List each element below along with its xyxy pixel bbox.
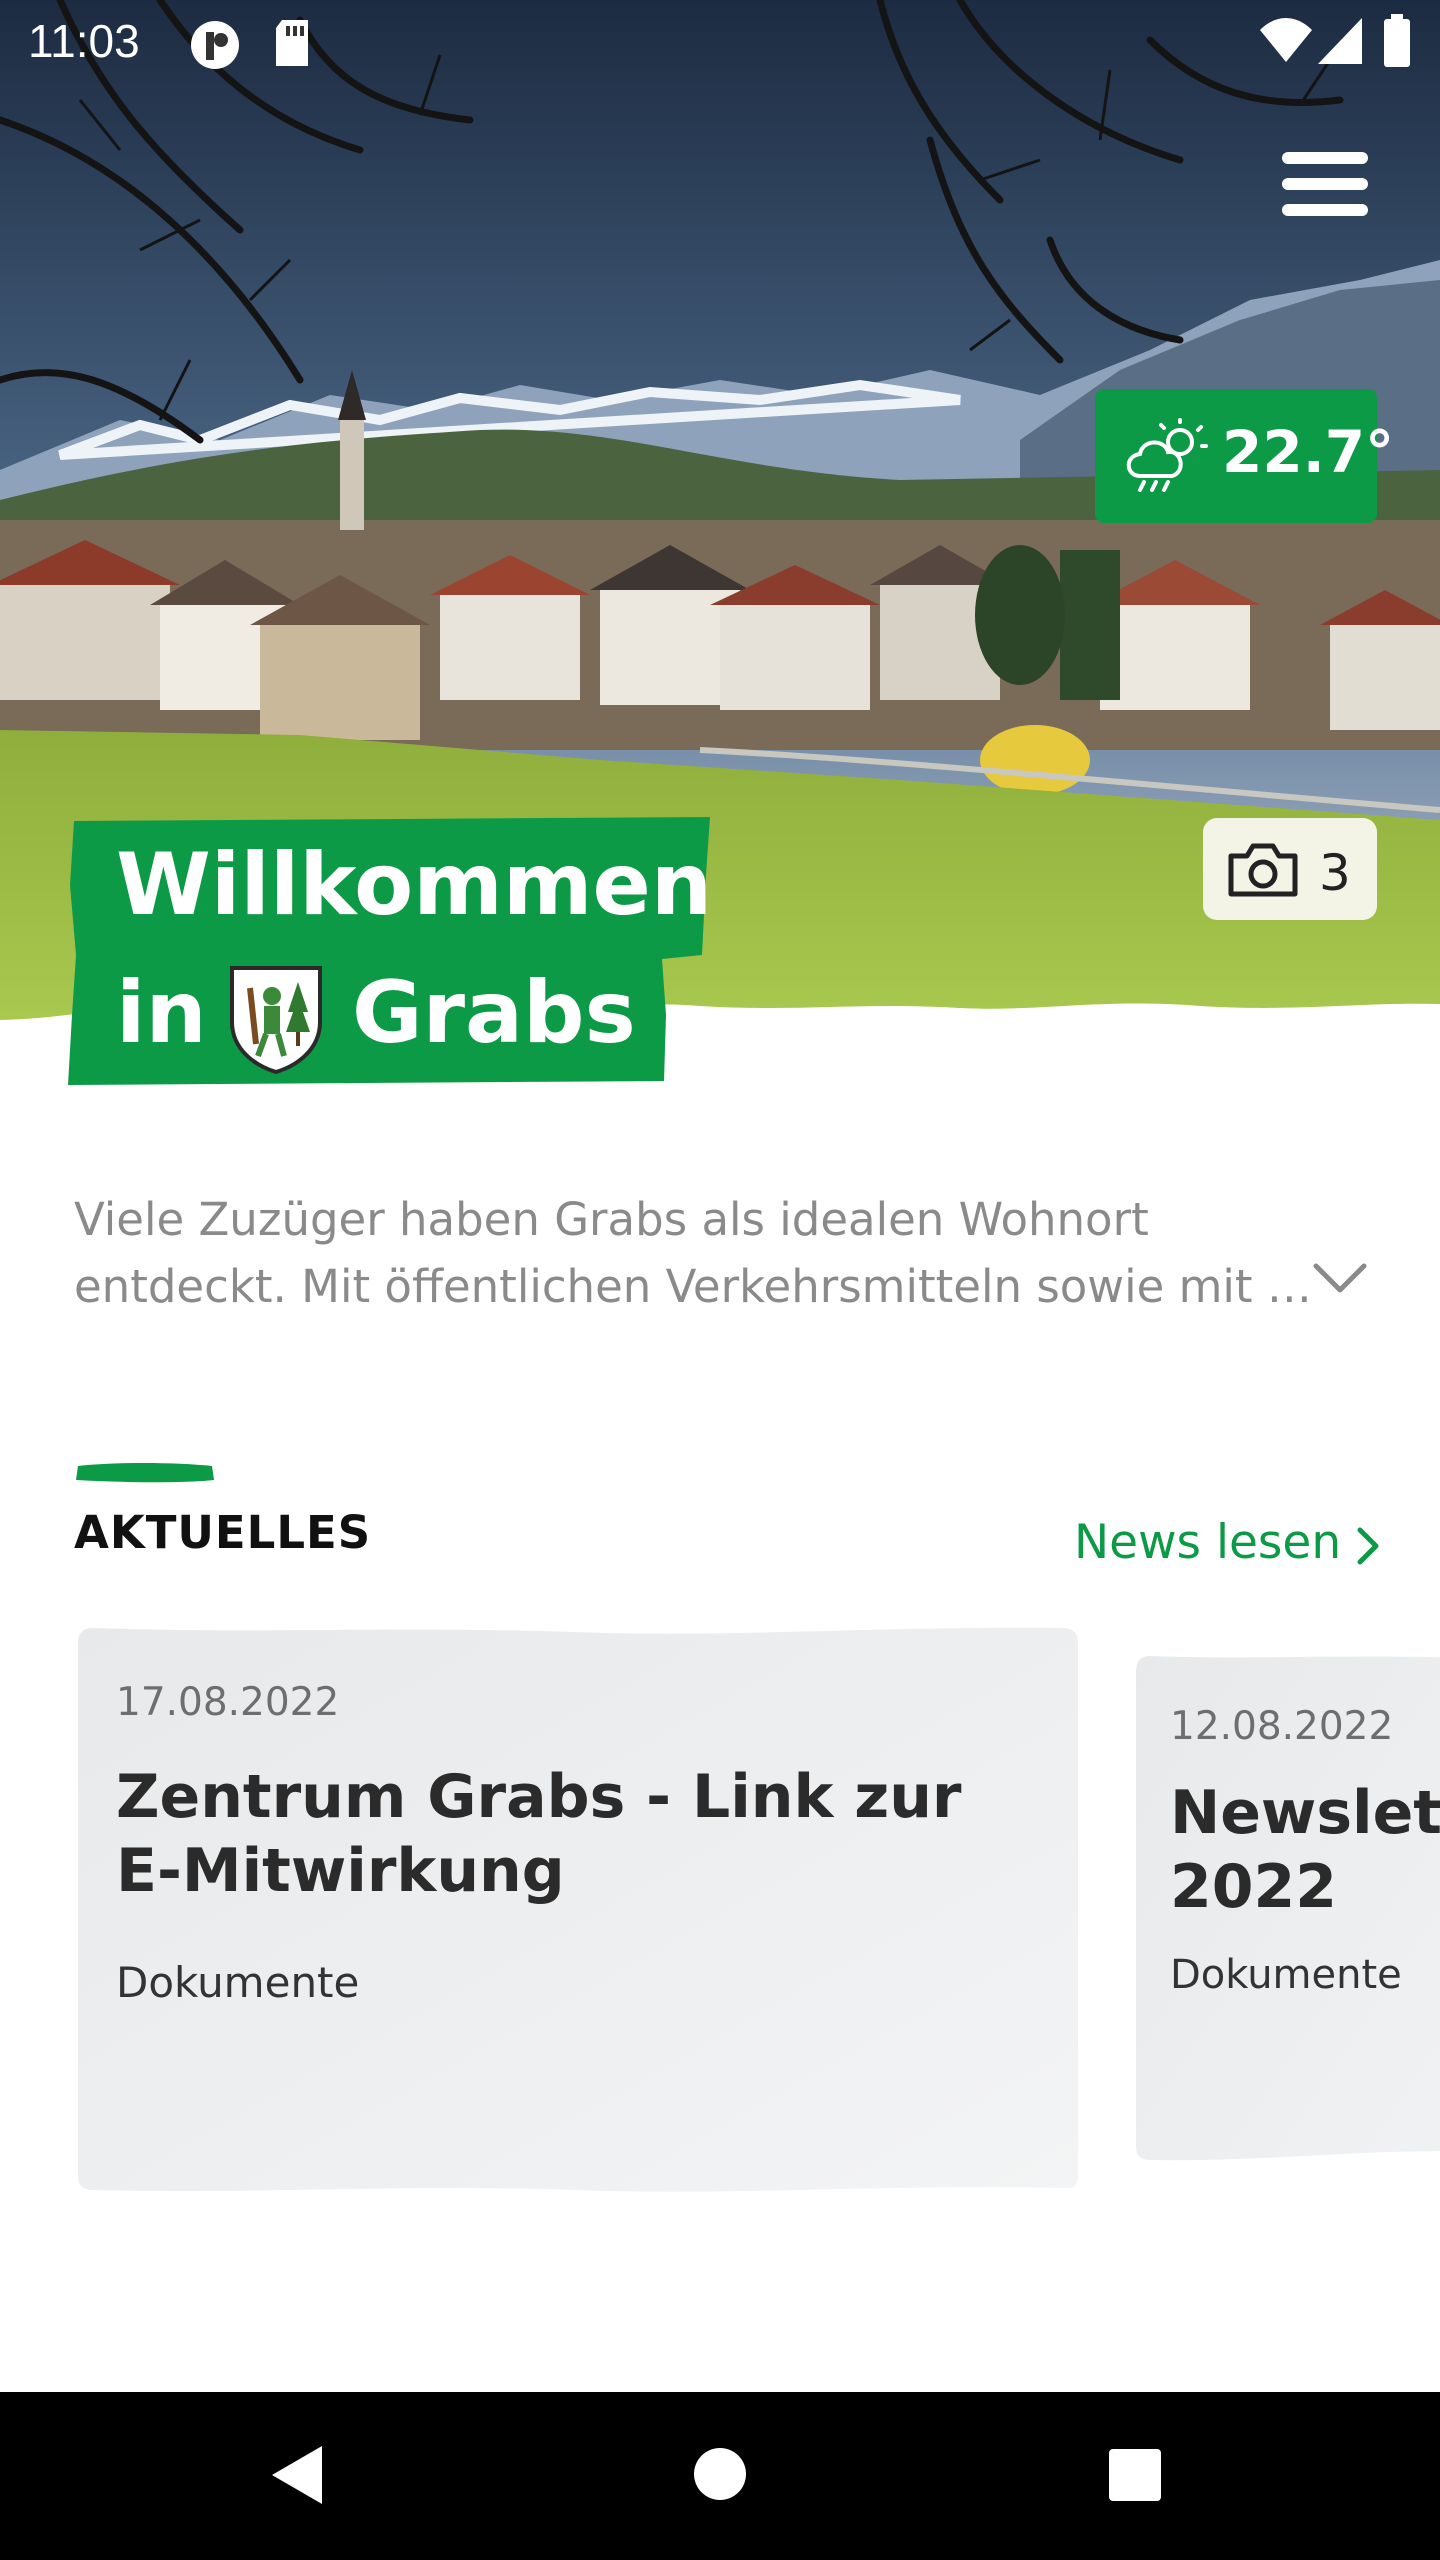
welcome-line-1: Willkommen bbox=[116, 835, 713, 935]
news-card-title: Zentrum Grabs - Link zur E-Mitwirkung bbox=[116, 1762, 962, 1906]
expand-intro-button[interactable] bbox=[1310, 1256, 1370, 1302]
system-navigation-bar bbox=[0, 2392, 1440, 2560]
weather-temperature: 22.7° bbox=[1222, 418, 1395, 486]
news-card-date: 17.08.2022 bbox=[116, 1680, 340, 1725]
back-icon[interactable] bbox=[268, 2442, 328, 2508]
welcome-line-2-town: Grabs bbox=[352, 963, 636, 1063]
intro-line-1: Viele Zuzüger haben Grabs als idealen Wo… bbox=[74, 1193, 1149, 1246]
camera-icon bbox=[1228, 843, 1298, 897]
photo-count: 3 bbox=[1319, 844, 1351, 902]
battery-icon bbox=[1384, 14, 1410, 67]
news-card-date: 12.08.2022 bbox=[1170, 1704, 1394, 1749]
weather-badge[interactable]: 22.7° bbox=[1098, 392, 1394, 520]
news-section-title: AKTUELLES bbox=[74, 1506, 372, 1559]
signal-icon bbox=[1318, 18, 1362, 64]
welcome-line-2-prefix: in bbox=[116, 963, 207, 1063]
news-card-title: Newsletter 2022 bbox=[1170, 1778, 1440, 1922]
intro-text: Viele Zuzüger haben Grabs als idealen Wo… bbox=[74, 1186, 1312, 1320]
news-read-label: News lesen bbox=[1074, 1515, 1342, 1570]
intro-line-2: entdeckt. Mit öffentlichen Verkehrsmitte… bbox=[74, 1260, 1312, 1313]
hamburger-icon bbox=[1282, 152, 1368, 164]
chevron-down-icon bbox=[1313, 1263, 1367, 1293]
news-card-category: Dokumente bbox=[116, 1958, 360, 2007]
section-accent-bar bbox=[76, 1463, 214, 1483]
status-time: 11:03 bbox=[28, 15, 140, 67]
news-card-category: Dokumente bbox=[1170, 1952, 1402, 1998]
wifi-icon bbox=[1260, 18, 1312, 62]
home-icon[interactable] bbox=[692, 2446, 748, 2502]
photo-gallery-button[interactable]: 3 bbox=[1203, 818, 1377, 920]
news-card[interactable]: 12.08.2022 Newsletter 2022 Dokumente bbox=[1132, 1652, 1440, 2168]
status-bar: 11:03 bbox=[0, 0, 1440, 84]
news-read-link[interactable]: News lesen bbox=[1074, 1515, 1381, 1570]
app-notification-icon bbox=[191, 21, 239, 69]
grabs-coat-of-arms-icon bbox=[230, 966, 322, 1074]
cloud-rain-sun-icon bbox=[1126, 418, 1208, 492]
sd-card-icon bbox=[276, 20, 308, 66]
news-card[interactable]: 17.08.2022 Zentrum Grabs - Link zur E-Mi… bbox=[74, 1624, 1082, 2196]
chevron-right-icon bbox=[1357, 1527, 1379, 1564]
recents-icon[interactable] bbox=[1108, 2448, 1162, 2502]
menu-button[interactable] bbox=[1272, 140, 1378, 230]
